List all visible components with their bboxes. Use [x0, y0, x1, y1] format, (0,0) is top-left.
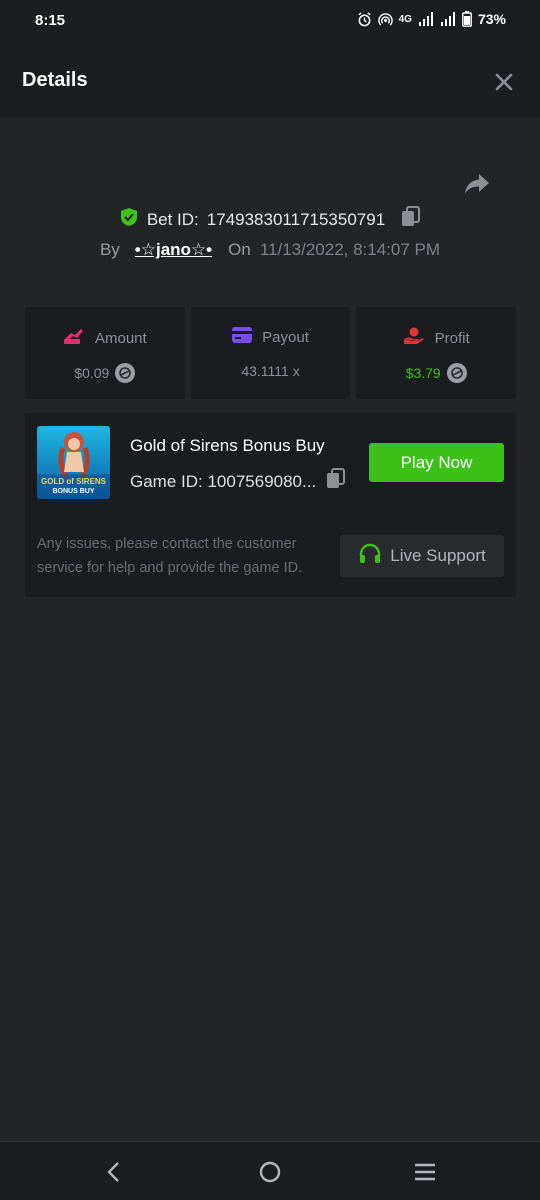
- live-support-button[interactable]: Live Support: [340, 535, 504, 577]
- home-button[interactable]: [257, 1159, 283, 1185]
- copy-game-id-button[interactable]: [326, 468, 346, 495]
- payout-card: Payout 43.1111 x: [190, 307, 351, 399]
- battery-icon: [462, 11, 472, 27]
- payout-card-icon: [232, 327, 253, 347]
- game-id-text: Game ID: 1007569080...: [130, 471, 317, 491]
- share-button[interactable]: [462, 168, 492, 198]
- system-navigation-bar: [0, 1141, 540, 1200]
- support-notice: Any issues, please contact the customer …: [37, 536, 303, 576]
- profit-card: Profit $3.79: [356, 307, 517, 399]
- recents-button[interactable]: [412, 1159, 438, 1185]
- copy-icon: [401, 206, 421, 232]
- bet-stats: Amount $0.09 Payout 43.1111 x Profit $3.…: [25, 307, 517, 399]
- details-header: Details: [0, 42, 540, 118]
- game-thumbnail[interactable]: GOLD of SIRENS BONUS BUY: [37, 426, 110, 499]
- game-name: Gold of Sirens Bonus Buy: [130, 436, 325, 455]
- home-icon: [257, 1161, 283, 1189]
- network-type: 4G: [398, 13, 412, 25]
- payout-value: 43.1111 x: [241, 363, 300, 379]
- amount-value: $0.09: [74, 365, 110, 381]
- play-now-button[interactable]: Play Now: [369, 443, 504, 482]
- signal-icon-2: [440, 12, 456, 26]
- share-icon: [462, 174, 492, 202]
- amount-card: Amount $0.09: [25, 307, 185, 399]
- user-name-link[interactable]: •☆jano☆•: [135, 240, 212, 260]
- status-time: 8:15: [35, 12, 66, 29]
- close-icon: [492, 73, 516, 98]
- amount-label: Amount: [94, 329, 147, 347]
- hotspot-icon: [377, 12, 393, 27]
- bet-id-row: Bet ID: 1749383011715350791: [0, 206, 540, 233]
- bet-datetime: 11/13/2022, 8:14:07 PM: [259, 240, 441, 259]
- thumb-title-line1: GOLD of SIRENS: [41, 477, 107, 486]
- status-bar: 8:15 4G 73%: [0, 0, 540, 42]
- close-button[interactable]: [492, 70, 516, 94]
- signal-icon-1: [418, 12, 434, 26]
- on-label: On: [228, 240, 251, 259]
- by-label: By: [99, 240, 120, 259]
- payout-label: Payout: [262, 328, 309, 346]
- back-icon: [101, 1162, 127, 1189]
- page-title: Details: [22, 69, 88, 91]
- copy-icon: [326, 468, 346, 494]
- profit-icon: [403, 327, 425, 349]
- currency-coin-icon: [446, 363, 467, 383]
- menu-icon: [412, 1163, 438, 1189]
- alarm-icon: [357, 11, 372, 27]
- shield-check-icon: [119, 207, 139, 232]
- battery-percent: 73%: [477, 11, 506, 27]
- bet-id-value: 1749383011715350791: [206, 209, 386, 229]
- bet-id-label: Bet ID:: [146, 209, 199, 229]
- currency-coin-icon: [115, 363, 136, 383]
- live-support-label: Live Support: [390, 546, 486, 565]
- bet-meta-row: By •☆jano☆• On 11/13/2022, 8:14:07 PM: [0, 240, 540, 260]
- back-button[interactable]: [101, 1159, 127, 1185]
- profit-label: Profit: [434, 329, 470, 347]
- status-icons: 4G 73%: [357, 11, 506, 27]
- profit-value: $3.79: [405, 365, 441, 381]
- headset-icon: [358, 542, 382, 571]
- game-card: GOLD of SIRENS BONUS BUY Gold of Sirens …: [25, 413, 516, 597]
- amount-icon: [63, 327, 85, 349]
- game-id-row: Game ID: 1007569080...: [130, 468, 346, 495]
- thumb-title-line2: BONUS BUY: [52, 488, 94, 495]
- copy-bet-id-button[interactable]: [401, 206, 421, 233]
